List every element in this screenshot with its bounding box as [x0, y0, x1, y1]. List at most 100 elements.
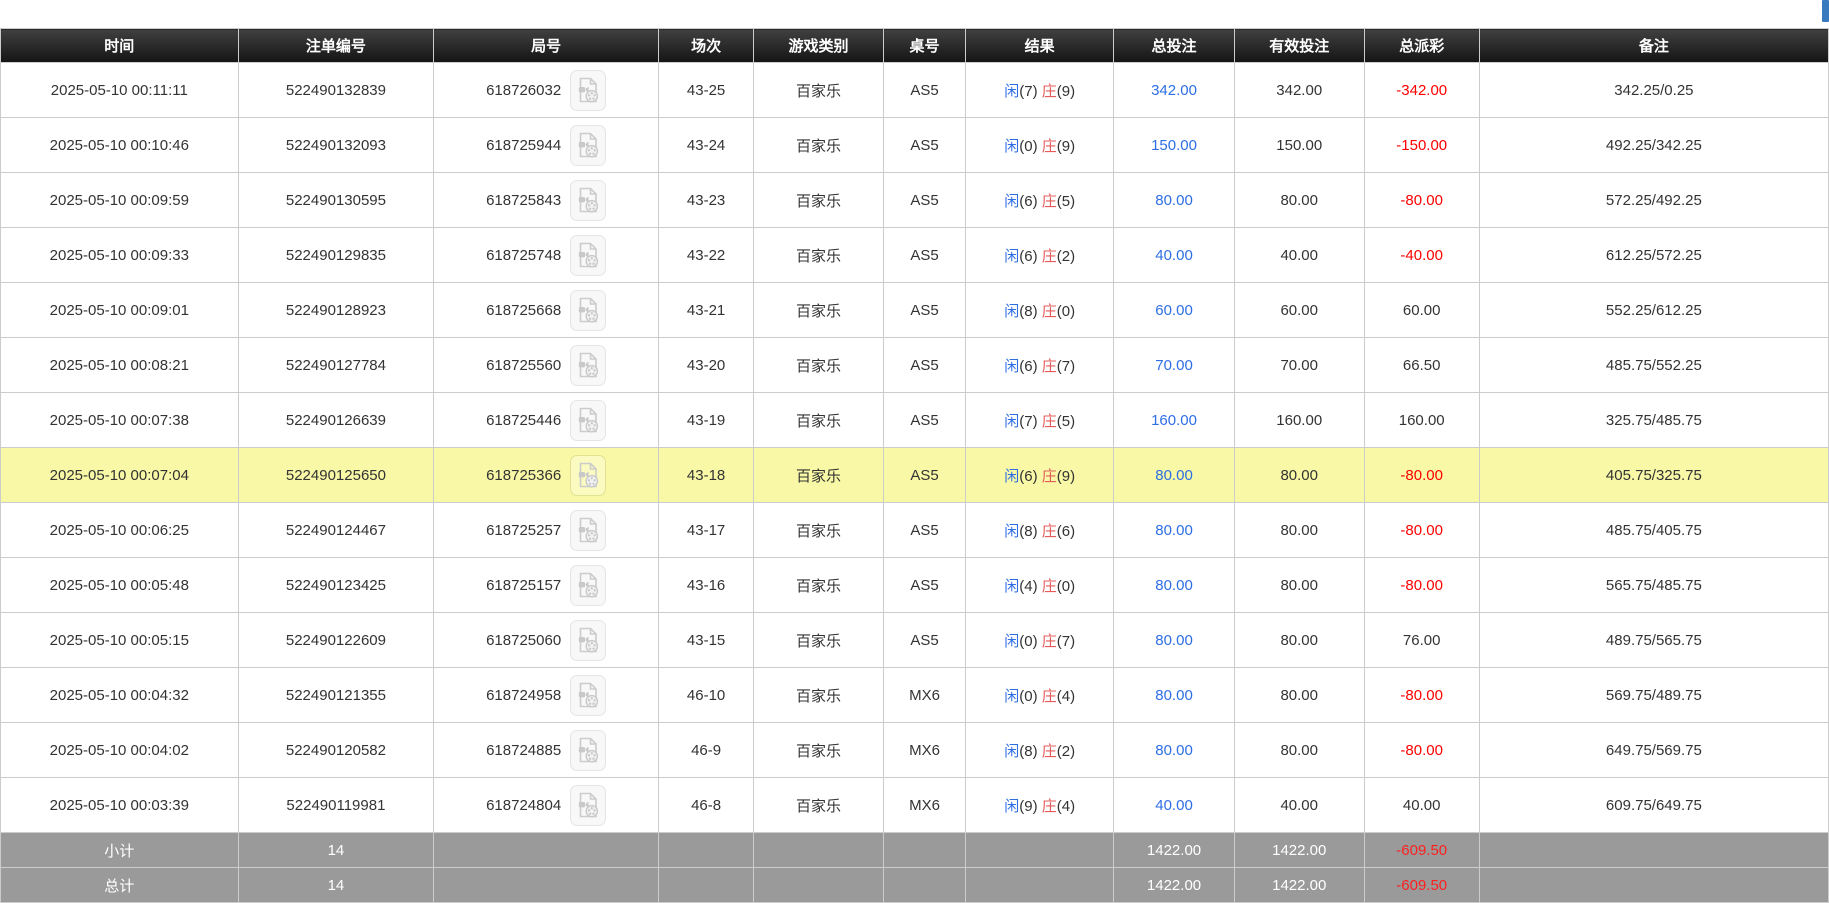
cell-valid-bet: 80.00 — [1233, 667, 1365, 723]
cell-table-no: AS5 — [882, 337, 967, 393]
video-replay-button[interactable] — [570, 124, 607, 166]
cell-valid-bet: 40.00 — [1233, 227, 1365, 283]
cell-payout: -40.00 — [1363, 227, 1480, 283]
video-replay-button[interactable] — [570, 69, 607, 111]
table-header: 时间 注单编号 局号 场次 游戏类别 桌号 结果 总投注 有效投注 总派彩 备注 — [0, 28, 1829, 63]
round-number: 618725257 — [486, 521, 562, 539]
scrollbar-thumb[interactable] — [1822, 0, 1829, 22]
cell-remark: 612.25/572.25 — [1478, 227, 1829, 283]
table-row[interactable]: 2025-05-10 00:09:33 522490129835 6187257… — [0, 227, 1829, 283]
footer-empty-game-type — [753, 832, 884, 868]
cell-total-bet: 80.00 — [1113, 557, 1235, 613]
footer-payout: -609.50 — [1363, 867, 1480, 903]
cell-game-type: 百家乐 — [753, 557, 884, 613]
table-row[interactable]: 2025-05-10 00:04:32 522490121355 6187249… — [0, 667, 1829, 723]
table-row[interactable]: 2025-05-10 00:09:01 522490128923 6187256… — [0, 282, 1829, 338]
video-replay-icon — [576, 516, 600, 544]
footer-empty-remark — [1478, 867, 1829, 903]
cell-session: 43-25 — [658, 62, 755, 118]
cell-valid-bet: 80.00 — [1233, 172, 1365, 228]
video-replay-button[interactable] — [570, 399, 607, 441]
video-replay-button[interactable] — [570, 674, 607, 716]
table-row[interactable]: 2025-05-10 00:09:59 522490130595 6187258… — [0, 172, 1829, 228]
column-header-result: 结果 — [965, 28, 1115, 63]
cell-payout: 76.00 — [1363, 612, 1480, 668]
video-replay-button[interactable] — [570, 509, 607, 551]
cell-table-no: AS5 — [882, 282, 967, 338]
table-row[interactable]: 2025-05-10 00:07:38 522490126639 6187254… — [0, 392, 1829, 448]
cell-valid-bet: 342.00 — [1233, 62, 1365, 118]
cell-round: 618725366 — [433, 447, 660, 503]
cell-remark: 649.75/569.75 — [1478, 722, 1829, 778]
cell-bet-id: 522490132093 — [237, 117, 435, 173]
cell-time: 2025-05-10 00:08:21 — [0, 337, 239, 393]
cell-total-bet: 80.00 — [1113, 172, 1235, 228]
video-replay-button[interactable] — [570, 234, 607, 276]
cell-table-no: AS5 — [882, 612, 967, 668]
video-replay-icon — [576, 791, 600, 819]
footer-total-bet: 1422.00 — [1113, 867, 1235, 903]
table-row[interactable]: 2025-05-10 00:05:15 522490122609 6187250… — [0, 612, 1829, 668]
video-replay-button[interactable] — [570, 729, 607, 771]
column-header-session: 场次 — [658, 28, 755, 63]
video-replay-button[interactable] — [570, 564, 607, 606]
column-header-remark: 备注 — [1478, 28, 1829, 63]
cell-total-bet: 80.00 — [1113, 447, 1235, 503]
round-number: 618725560 — [486, 356, 562, 374]
cell-remark: 552.25/612.25 — [1478, 282, 1829, 338]
table-row[interactable]: 2025-05-10 00:07:04 522490125650 6187253… — [0, 447, 1829, 503]
column-header-time: 时间 — [0, 28, 239, 63]
cell-session: 46-10 — [658, 667, 755, 723]
cell-bet-id: 522490120582 — [237, 722, 435, 778]
cell-valid-bet: 150.00 — [1233, 117, 1365, 173]
footer-empty-remark — [1478, 832, 1829, 868]
banker-points: (6) — [1056, 522, 1076, 540]
cell-table-no: AS5 — [882, 117, 967, 173]
footer-label: 总计 — [0, 867, 239, 903]
cell-valid-bet: 40.00 — [1233, 777, 1365, 833]
cell-table-no: AS5 — [882, 227, 967, 283]
round-number: 618725944 — [486, 136, 562, 154]
cell-round: 618725843 — [433, 172, 660, 228]
round-number: 618725157 — [486, 576, 562, 594]
column-header-round: 局号 — [433, 28, 660, 63]
cell-valid-bet: 70.00 — [1233, 337, 1365, 393]
cell-table-no: AS5 — [882, 557, 967, 613]
banker-label: 庄 — [1041, 247, 1057, 265]
video-replay-button[interactable] — [570, 784, 607, 826]
cell-total-bet: 80.00 — [1113, 722, 1235, 778]
video-replay-button[interactable] — [570, 289, 607, 331]
footer-empty-round — [433, 832, 660, 868]
video-replay-button[interactable] — [570, 619, 607, 661]
cell-valid-bet: 80.00 — [1233, 722, 1365, 778]
table-row[interactable]: 2025-05-10 00:11:11 522490132839 6187260… — [0, 62, 1829, 118]
player-label: 闲 — [1004, 412, 1020, 430]
video-replay-button[interactable] — [570, 344, 607, 386]
cell-round: 618725060 — [433, 612, 660, 668]
cell-payout: 160.00 — [1363, 392, 1480, 448]
banker-points: (7) — [1056, 357, 1076, 375]
player-points: (0) — [1019, 687, 1038, 705]
cell-game-type: 百家乐 — [753, 502, 884, 558]
cell-total-bet: 150.00 — [1113, 117, 1235, 173]
cell-round: 618726032 — [433, 62, 660, 118]
round-number: 618725446 — [486, 411, 562, 429]
video-replay-button[interactable] — [570, 454, 607, 496]
cell-remark: 569.75/489.75 — [1478, 667, 1829, 723]
cell-time: 2025-05-10 00:09:33 — [0, 227, 239, 283]
table-row[interactable]: 2025-05-10 00:05:48 522490123425 6187251… — [0, 557, 1829, 613]
video-replay-button[interactable] — [570, 179, 607, 221]
table-row[interactable]: 2025-05-10 00:04:02 522490120582 6187248… — [0, 722, 1829, 778]
footer-label: 小计 — [0, 832, 239, 868]
cell-remark: 489.75/565.75 — [1478, 612, 1829, 668]
table-row[interactable]: 2025-05-10 00:10:46 522490132093 6187259… — [0, 117, 1829, 173]
cell-result: 闲(6) 庄(5) — [965, 172, 1115, 228]
cell-game-type: 百家乐 — [753, 667, 884, 723]
table-row[interactable]: 2025-05-10 00:08:21 522490127784 6187255… — [0, 337, 1829, 393]
banker-points: (0) — [1056, 577, 1076, 595]
banker-label: 庄 — [1041, 687, 1057, 705]
cell-time: 2025-05-10 00:03:39 — [0, 777, 239, 833]
player-points: (4) — [1019, 577, 1038, 595]
table-row[interactable]: 2025-05-10 00:03:39 522490119981 6187248… — [0, 777, 1829, 833]
table-row[interactable]: 2025-05-10 00:06:25 522490124467 6187252… — [0, 502, 1829, 558]
